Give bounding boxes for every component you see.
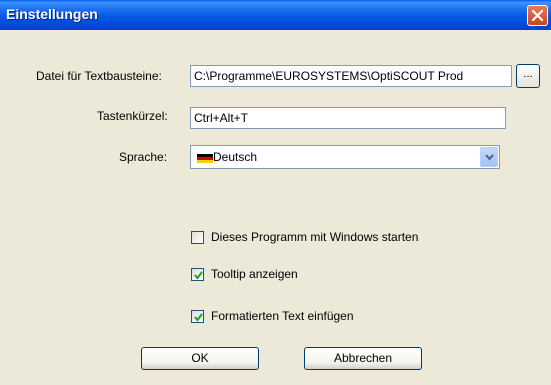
file-path-field[interactable]: C:\Programme\EUROSYSTEMS\OptiSCOUT Prod <box>190 65 512 87</box>
hotkey-label: Tastenkürzel: <box>97 109 168 123</box>
title-bar[interactable]: Einstellungen <box>0 0 551 30</box>
window-title: Einstellungen <box>6 6 98 22</box>
formatted-text-label: Formatierten Text einfügen <box>211 309 354 323</box>
hotkey-field[interactable]: Ctrl+Alt+T <box>190 107 506 129</box>
show-tooltip-checkbox[interactable] <box>191 268 204 281</box>
browse-button[interactable]: ... <box>516 64 540 88</box>
chevron-down-icon <box>485 154 494 161</box>
dropdown-button[interactable] <box>480 147 498 167</box>
ok-button[interactable]: OK <box>141 347 259 370</box>
language-select[interactable]: Deutsch <box>190 145 500 169</box>
start-with-windows-checkbox[interactable] <box>191 231 204 244</box>
show-tooltip-label: Tooltip anzeigen <box>211 267 298 281</box>
file-label: Datei für Textbausteine: <box>36 69 162 83</box>
start-with-windows-label: Dieses Programm mit Windows starten <box>211 230 419 244</box>
language-label: Sprache: <box>119 150 168 164</box>
checkmark-icon <box>194 313 203 322</box>
language-value: Deutsch <box>213 150 258 164</box>
german-flag-icon <box>197 154 213 163</box>
checkmark-icon <box>194 271 203 280</box>
formatted-text-checkbox[interactable] <box>191 310 204 323</box>
settings-dialog: Einstellungen Datei für Textbausteine: C… <box>0 0 551 385</box>
cancel-button[interactable]: Abbrechen <box>304 347 422 370</box>
close-icon <box>531 9 544 22</box>
close-button[interactable] <box>527 5 548 26</box>
